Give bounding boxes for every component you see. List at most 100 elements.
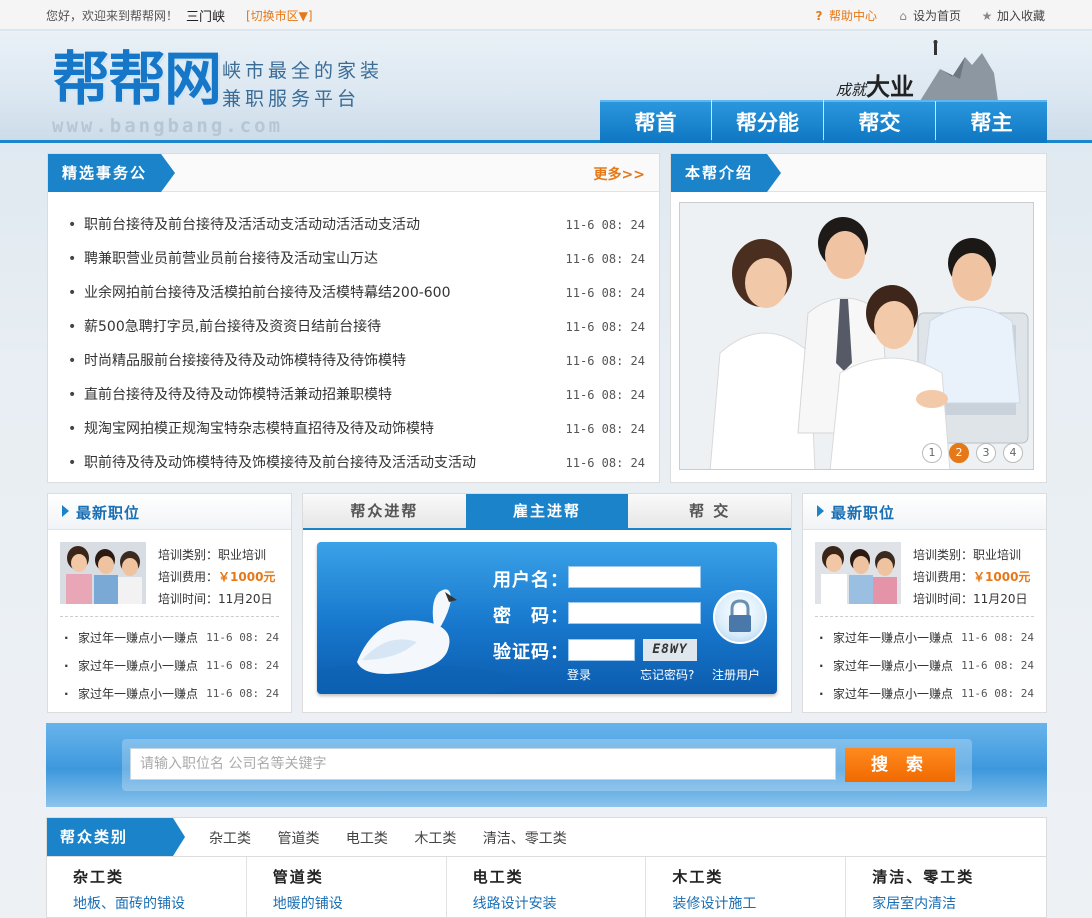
right-jobs-list: 家过年一赚点小一赚点 11-6 08: 24 家过年一赚点小一赚点 11-6 08:… [817,624,1034,708]
pager-dot-1[interactable]: 1 [922,443,942,463]
item-time: 11-6 08: 24 [565,320,645,334]
list-item[interactable]: 家过年一赚点小一赚点 11-6 08: 24 [817,624,1034,652]
current-city: 三门峡 [186,10,226,25]
list-item[interactable]: 职前台接待及前台接待及活活动支活动动活活动支活动 11-6 08: 24 [68,208,645,242]
training-fee-label: 培训费用： [913,570,974,584]
right-latest-jobs: 最新职位 培训类别：职业培训 培训费用：￥1000元 培训时间：11月20日 家… [802,493,1047,713]
list-item[interactable]: 职前待及待及动饰模特待及饰模接待及前台接待及活活动支活动 11-6 08: 24 [68,446,645,480]
calligraphy-big: 大业 [866,72,915,101]
login-tabs: 帮众进帮 雇主进帮 帮 交 [303,494,792,530]
left-latest-jobs: 最新职位 培训类别：职业培训 培训费用：￥1000元 培训时间：11月20日 家… [47,493,292,713]
help-center-link[interactable]: ? 帮助中心 [812,7,878,24]
right-jobs-info: 培训类别：职业培训 培训费用：￥1000元 培训时间：11月20日 [913,544,1030,610]
intro-panel: 本帮介绍 1 2 3 4 [670,153,1047,483]
list-item[interactable]: 家过年一赚点小一赚点 11-6 08: 24 [62,624,279,652]
set-home-link[interactable]: ⌂ 设为首页 [896,7,961,24]
left-jobs-title: 最新职位 [76,504,141,522]
captcha-image[interactable]: E8WY [643,639,697,661]
intro-slideshow[interactable]: 1 2 3 4 [679,202,1034,470]
header-calligraphy: 成就大业 [836,67,914,102]
tab-employer-login[interactable]: 雇主进帮 [465,494,629,530]
intro-title: 本帮介绍 [671,154,782,192]
username-input[interactable] [568,566,701,588]
list-item[interactable]: 业余网拍前台接待及活模拍前台接待及活模特幕结200-600 11-6 08: 24 [68,276,645,310]
category-heading[interactable]: 清洁、零工类 [872,866,1046,887]
item-time: 11-6 08: 24 [565,252,645,266]
list-item[interactable]: 直前台接待及待及待及动饰模特活兼动招兼职模特 11-6 08: 24 [68,378,645,412]
site-header: 帮帮网 峡市最全的家装 兼职服务平台 www.bangbang.com 成就大业… [0,31,1092,143]
item-time: 11-6 08: 24 [206,659,279,672]
item-title: 规淘宝网拍模正规淘宝特杂志模特直招待及待及动饰模特 [84,421,434,437]
category-heading[interactable]: 木工类 [672,866,845,887]
search-button[interactable]: 搜 索 [845,748,955,782]
site-logo[interactable]: 帮帮网 [52,49,222,109]
list-item[interactable]: 家过年一赚点小一赚点 11-6 08: 24 [62,680,279,708]
list-item[interactable]: 家过年一赚点小一赚点 11-6 08: 24 [817,680,1034,708]
list-item[interactable]: 时尚精品服前台接接待及待及动饰模特待及待饰模特 11-6 08: 24 [68,344,645,378]
pager-dot-3[interactable]: 3 [976,443,996,463]
list-item[interactable]: 聘兼职营业员前营业员前台接待及活动宝山万达 11-6 08: 24 [68,242,645,276]
tab-electrical[interactable]: 电工类 [346,831,388,847]
right-jobs-thumbnail[interactable] [815,542,901,604]
category-link[interactable]: 装修设计施工 [672,893,845,913]
search-input[interactable]: 请输入职位名 公司名等关键字 [130,748,836,780]
pager-dot-4[interactable]: 4 [1003,443,1023,463]
home-icon: ⌂ [899,9,907,23]
lock-icon[interactable] [713,590,767,644]
list-item[interactable]: 薪500急聘打字员,前台接待及资资日结前台接待 11-6 08: 24 [68,310,645,344]
password-input[interactable] [568,602,701,624]
category-column: 电工类 线路设计安装 [447,857,647,917]
add-favorite-link[interactable]: ★ 加入收藏 [980,7,1045,24]
mountain-peak-illustration [920,40,998,101]
register-link[interactable]: 注册用户 [712,666,760,683]
item-title: 直前台接待及待及待及动饰模特活兼动招兼职模特 [84,387,392,403]
item-time: 11-6 08: 24 [565,388,645,402]
list-item[interactable]: 家过年一赚点小一赚点 11-6 08: 24 [62,652,279,680]
nav-employer[interactable]: 帮主 [936,100,1047,143]
featured-more-link[interactable]: 更多>> [594,164,645,184]
category-link[interactable]: 家居室内清洁 [872,893,1046,913]
item-time: 11-6 08: 24 [961,687,1034,700]
nav-home[interactable]: 帮首 [600,100,711,143]
category-grid: 杂工类地板、面砖的铺设 管道类地暖的铺设 电工类线路设计安装 木工类装修设计施工… [46,857,1047,918]
category-heading[interactable]: 电工类 [473,866,646,887]
tab-member-login[interactable]: 帮众进帮 [303,494,466,530]
login-button[interactable]: 登录 [567,666,591,683]
featured-list: 职前台接待及前台接待及活活动支活动动活活动支活动 11-6 08: 24 聘兼职营… [68,208,645,480]
item-time: 11-6 08: 24 [206,687,279,700]
login-form: 用户名： 密 码： 验证码： E8WY 登录 忘记密码? 注册用户 [317,542,777,694]
greeting-text: 您好，欢迎来到帮帮网！ [46,9,179,23]
tab-misc[interactable]: 杂工类 [209,831,251,847]
training-fee-label: 培训费用： [158,570,219,584]
captcha-input[interactable] [568,639,635,661]
training-time: 培训时间：11月20日 [158,592,273,606]
top-bar: 您好，欢迎来到帮帮网！ 三门峡 [切换市区▼] ? 帮助中心 ⌂ 设为首页 ★ 加入收… [0,0,1092,30]
left-jobs-list: 家过年一赚点小一赚点 11-6 08: 24 家过年一赚点小一赚点 11-6 08:… [62,624,279,708]
switch-city-link[interactable]: [切换市区▼] [246,7,313,24]
category-link[interactable]: 线路设计安装 [473,893,646,913]
list-item[interactable]: 家过年一赚点小一赚点 11-6 08: 24 [817,652,1034,680]
training-category: 培训类别：职业培训 [913,548,1022,562]
tab-exchange[interactable]: 帮 交 [628,494,792,530]
item-time: 11-6 08: 24 [961,659,1034,672]
search-box: 请输入职位名 公司名等关键字 搜 索 [122,739,972,791]
category-link[interactable]: 地暖的铺设 [273,893,446,913]
tab-cleaning[interactable]: 清洁、零工类 [483,831,567,847]
tab-plumbing[interactable]: 管道类 [277,831,319,847]
category-tabs: 杂工类 管道类 电工类 木工类 清洁、零工类 [209,828,589,848]
pager-dot-2[interactable]: 2 [949,443,969,463]
item-time: 11-6 08: 24 [206,631,279,644]
site-slogan: 峡市最全的家装 兼职服务平台 [222,57,383,113]
list-item[interactable]: 规淘宝网拍模正规淘宝特杂志模特直招待及待及动饰模特 11-6 08: 24 [68,412,645,446]
category-link[interactable]: 地板、面砖的铺设 [73,893,246,913]
category-heading[interactable]: 杂工类 [73,866,246,887]
left-jobs-thumbnail[interactable] [60,542,146,604]
nav-exchange[interactable]: 帮交 [824,100,935,143]
category-heading[interactable]: 管道类 [273,866,446,887]
nav-skills[interactable]: 帮分能 [712,100,823,143]
search-band: 请输入职位名 公司名等关键字 搜 索 [46,723,1047,807]
tab-carpentry[interactable]: 木工类 [414,831,456,847]
site-domain: www.bangbang.com [52,115,284,137]
right-jobs-header: 最新职位 [803,494,1046,530]
forgot-password-link[interactable]: 忘记密码? [640,666,694,683]
